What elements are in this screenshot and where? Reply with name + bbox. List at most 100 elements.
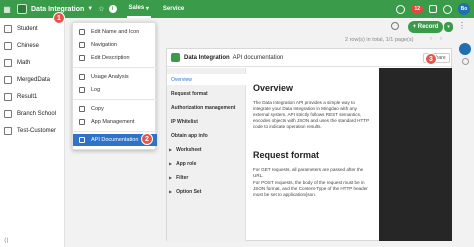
assistant-avatar-icon[interactable] <box>459 43 471 55</box>
worksheet-sidebar: Student Chinese Math MergedData Result1 … <box>0 18 65 247</box>
menu-item-navigation[interactable]: Navigation <box>73 39 157 51</box>
chevron-right-icon: ▶ <box>169 175 173 180</box>
message-icon[interactable] <box>429 5 437 13</box>
edit-icon <box>79 29 85 35</box>
sidebar-item-chinese[interactable]: Chinese <box>0 39 65 53</box>
code-sample-panel <box>379 68 452 241</box>
bottom-strip <box>378 240 452 247</box>
menu-item-edit-description[interactable]: Edit Description <box>73 52 157 64</box>
nav-label: Obtain app info <box>171 132 208 139</box>
menu-item-label: Usage Analysis <box>91 74 129 80</box>
menu-item-log[interactable]: Log <box>73 84 157 96</box>
log-icon <box>79 87 85 93</box>
next-page-icon[interactable]: › <box>440 36 442 42</box>
doc-app-title: Data Integration <box>184 54 230 61</box>
doc-nav-app-role[interactable]: ▶ App role <box>167 158 246 169</box>
nav-label: Authorization management <box>171 104 236 111</box>
nav-label: Worksheet <box>176 146 202 153</box>
worksheet-icon <box>4 42 12 50</box>
sidebar-item-branch-school[interactable]: Branch School <box>0 107 65 121</box>
sidebar-item-result1[interactable]: Result1 <box>0 90 65 104</box>
sidebar-item-math[interactable]: Math <box>0 56 65 70</box>
nav-label: App role <box>176 160 197 167</box>
chevron-right-icon: ▶ <box>169 147 173 152</box>
overview-paragraph: The Data Integration API provides a simp… <box>253 100 370 129</box>
app-icon <box>171 53 180 62</box>
worksheet-icon <box>4 127 12 135</box>
top-bar: ▦ Data Integration ▼ ☆ i Sales ▾ Service… <box>0 0 474 18</box>
menu-item-label: Edit Description <box>91 55 130 61</box>
apps-grid-icon[interactable]: ▦ <box>0 0 14 18</box>
sidebar-item-mergeddata[interactable]: MergedData <box>0 73 65 87</box>
doc-nav-overview[interactable]: Overview <box>167 74 246 85</box>
doc-nav-request-format[interactable]: Request format <box>167 88 246 99</box>
management-icon <box>79 119 85 125</box>
nav-label: Request format <box>171 90 208 97</box>
doc-nav-authorization[interactable]: Authorization management <box>167 102 246 113</box>
worksheet-icon <box>4 110 12 118</box>
api-documentation-panel: Data Integration API documentation <Shar… <box>166 48 453 242</box>
api-icon <box>79 137 85 143</box>
nav-label: Option Set <box>176 188 202 195</box>
doc-header: Data Integration API documentation <Shar… <box>167 49 453 67</box>
check-circle-icon[interactable] <box>396 4 406 14</box>
menu-divider <box>73 67 157 68</box>
doc-nav-filter[interactable]: ▶ Filter <box>167 172 246 183</box>
request-format-heading: Request format <box>253 150 320 160</box>
worksheet-icon <box>4 93 12 101</box>
app-menu-chevron-icon[interactable]: ▼ <box>87 6 93 12</box>
prev-page-icon[interactable]: ‹ <box>430 36 432 42</box>
doc-nav-worksheet[interactable]: ▶ Worksheet <box>167 144 246 155</box>
sidebar-item-label: Chinese <box>17 43 40 49</box>
menu-divider <box>73 99 157 100</box>
step-marker-3: 3 <box>425 53 437 65</box>
settings-gear-icon[interactable] <box>462 58 469 65</box>
more-options-icon[interactable]: ⋮ <box>458 21 466 30</box>
menu-item-app-management[interactable]: App Management <box>73 116 157 128</box>
collapse-sidebar-icon[interactable]: ⟨⟩ <box>4 237 9 244</box>
record-dropdown-chevron-icon[interactable]: ▾ <box>444 22 453 32</box>
step-marker-1: 1 <box>53 12 65 24</box>
chevron-right-icon: ▶ <box>169 161 173 166</box>
app-settings-menu: Edit Name and Icon Navigation Edit Descr… <box>72 22 157 150</box>
chevron-right-icon: ▶ <box>169 189 173 194</box>
sidebar-item-test-customer[interactable]: Test-Customer <box>0 124 65 138</box>
notification-badge[interactable]: 12 <box>411 5 423 13</box>
help-icon[interactable] <box>443 4 452 14</box>
sidebar-item-student[interactable]: Student <box>0 22 65 36</box>
worksheet-icon <box>4 25 12 33</box>
sidebar-item-label: MergedData <box>17 77 51 83</box>
doc-nav-obtain-app-info[interactable]: Obtain app info <box>167 130 246 141</box>
tab-sales-label: Sales <box>128 5 145 11</box>
menu-item-label: Log <box>91 87 101 93</box>
favorite-star-icon[interactable]: ☆ <box>98 5 104 13</box>
analytics-icon <box>79 74 85 80</box>
menu-item-edit-name[interactable]: Edit Name and Icon <box>73 26 157 38</box>
worksheet-icon <box>4 76 12 84</box>
sidebar-item-label: Branch School <box>17 111 57 117</box>
menu-item-usage-analysis[interactable]: Usage Analysis <box>73 71 157 83</box>
info-icon[interactable]: i <box>108 5 117 13</box>
description-icon <box>79 55 85 61</box>
request-format-paragraph-2: For POST requests, the body of the reque… <box>253 180 368 197</box>
tab-service[interactable]: Service <box>161 0 186 18</box>
search-icon[interactable] <box>391 22 399 30</box>
sidebar-item-label: Result1 <box>17 94 38 100</box>
add-record-button[interactable]: + Record <box>408 21 443 33</box>
tab-sales[interactable]: Sales ▾ <box>126 0 151 18</box>
menu-item-label: Navigation <box>91 42 117 48</box>
menu-item-label: Copy <box>91 106 104 112</box>
overview-heading: Overview <box>253 83 294 93</box>
doc-nav-ip-whitelist[interactable]: IP Whitelist <box>167 116 246 127</box>
menu-divider <box>73 131 157 132</box>
app-icon <box>17 4 27 14</box>
menu-item-label: App Management <box>91 119 135 125</box>
request-format-paragraph-1: For GET requests, all parameters are pas… <box>253 167 364 178</box>
doc-nav-option-set[interactable]: ▶ Option Set <box>167 186 246 197</box>
menu-item-copy[interactable]: Copy <box>73 103 157 115</box>
rows-info: 2 row(s) in total, 1/1 page(s) <box>345 37 414 43</box>
copy-icon <box>79 106 85 112</box>
nav-label: Overview <box>171 76 192 83</box>
sidebar-item-label: Math <box>17 60 31 66</box>
avatar[interactable]: Bo <box>458 3 470 15</box>
